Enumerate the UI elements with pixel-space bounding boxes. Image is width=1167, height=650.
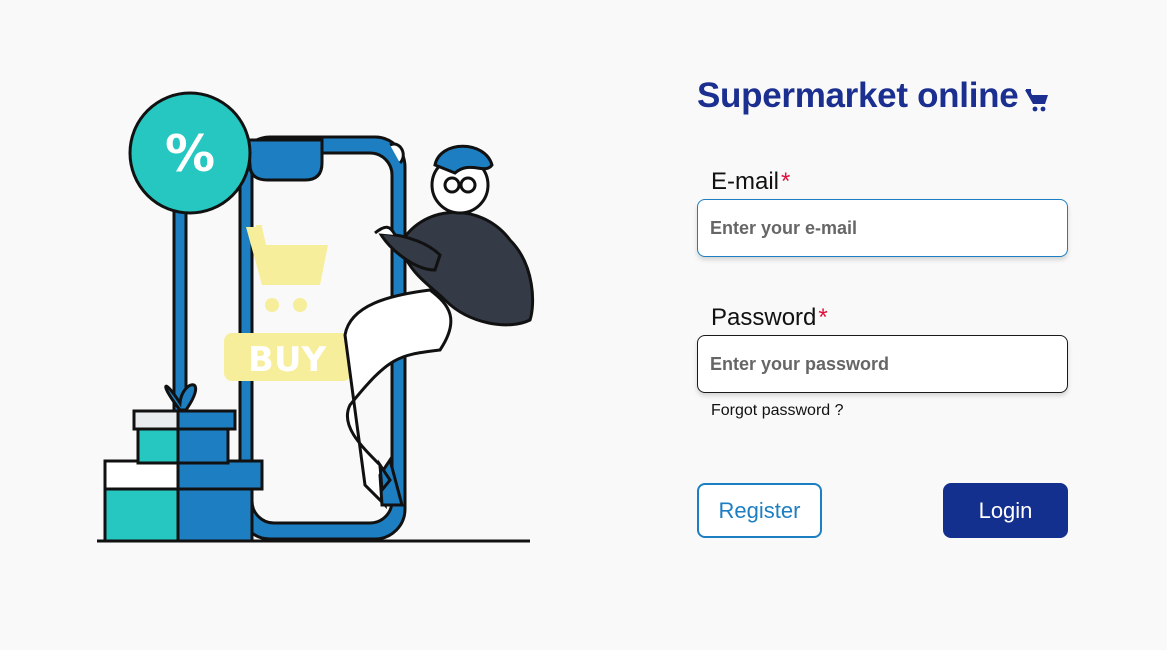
- required-mark: *: [818, 304, 828, 331]
- password-label: Password*: [711, 304, 828, 332]
- buy-text: BUY: [248, 340, 327, 380]
- required-mark: *: [781, 168, 791, 195]
- register-button[interactable]: Register: [697, 483, 822, 538]
- password-field[interactable]: [697, 335, 1068, 393]
- password-label-text: Password: [711, 304, 817, 331]
- email-label: E-mail*: [711, 168, 790, 196]
- forgot-password-link[interactable]: Forgot password ?: [711, 402, 844, 420]
- login-button[interactable]: Login: [943, 483, 1068, 538]
- gift-box-icon: [103, 383, 264, 543]
- email-label-text: E-mail: [711, 168, 780, 195]
- email-field[interactable]: [697, 199, 1068, 257]
- percent-text: %: [165, 125, 215, 183]
- login-page: % BUY Supermarket online E-mail* Enter y…: [0, 0, 1167, 650]
- shopping-cart-icon: [1024, 87, 1050, 113]
- app-header: Supermarket online: [697, 76, 1050, 116]
- shopping-illustration: % BUY: [97, 91, 535, 543]
- app-title: Supermarket online: [697, 76, 1019, 115]
- percent-badge-icon: %: [128, 91, 252, 215]
